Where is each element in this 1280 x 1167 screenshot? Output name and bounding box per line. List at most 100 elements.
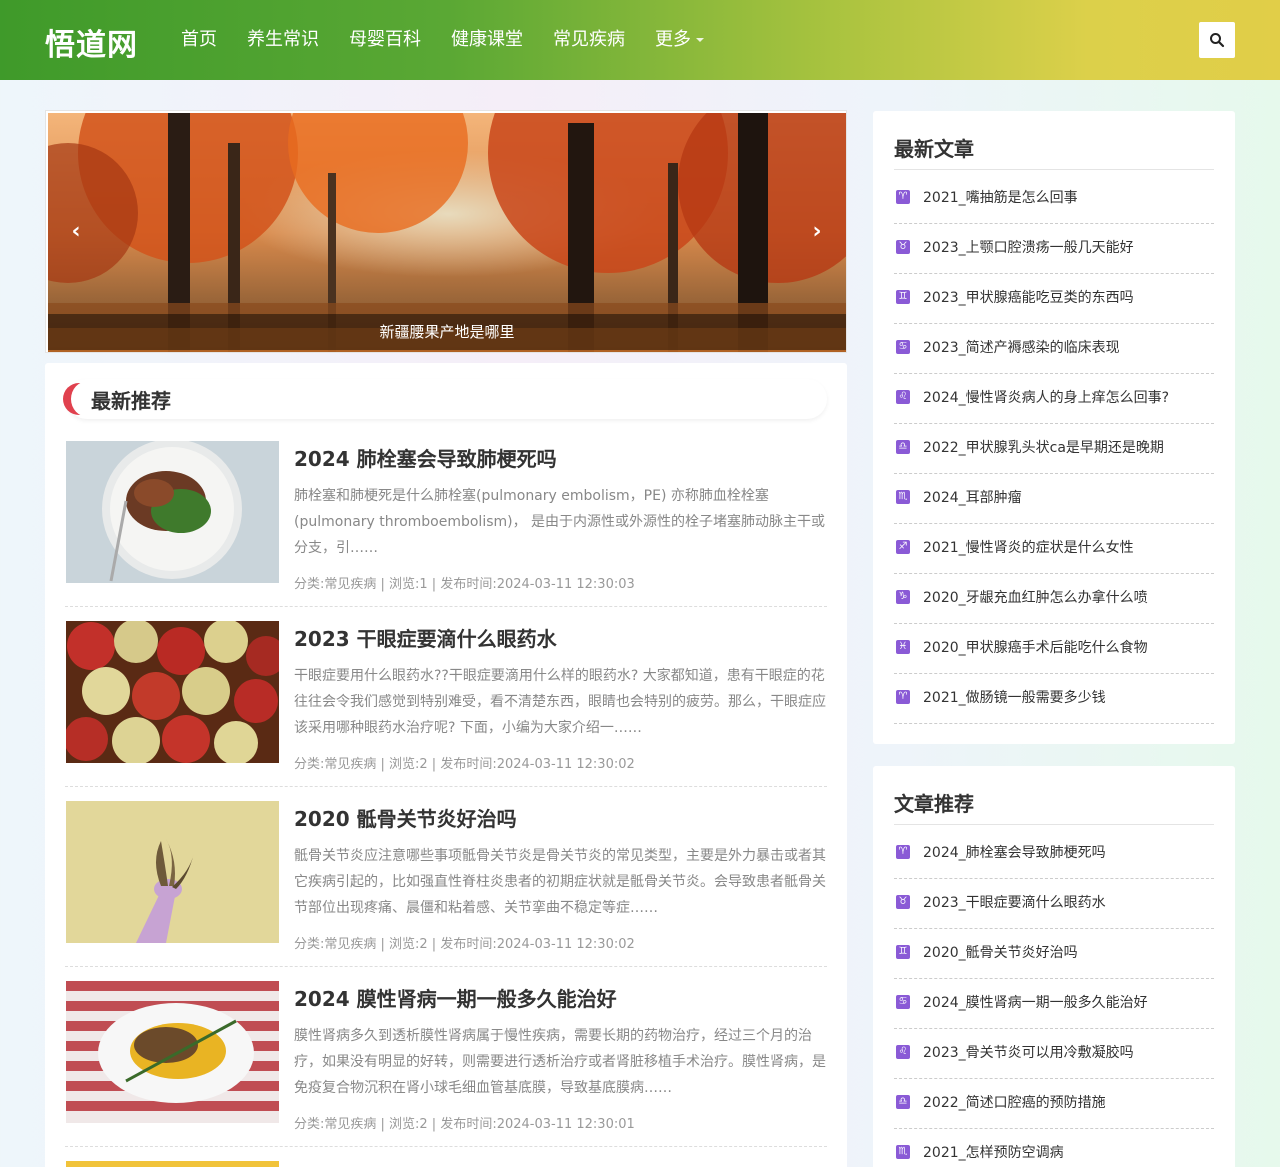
nav-item-more[interactable]: 更多 [655, 0, 704, 80]
article-link-text: 2021_怎样预防空调病 [923, 1145, 1064, 1161]
latest-articles-widget: 最新文章 ♈ 2021_嘴抽筋是怎么回事 ♉ 2023_上颚口腔溃疡一般几天能好 ♊ 20… [873, 111, 1235, 744]
slider-prev-icon[interactable]: ‹ [68, 221, 84, 243]
sidebar-article-link[interactable]: ♊ 2023_甲状腺癌能吃豆类的东西吗 [894, 274, 1214, 324]
latest-articles-list: ♈ 2021_嘴抽筋是怎么回事 ♉ 2023_上颚口腔溃疡一般几天能好 ♊ 2023_甲状… [894, 174, 1214, 724]
sidebar-article-link[interactable]: ♐ 2021_慢性肾炎的症状是什么女性 [894, 524, 1214, 574]
search-button[interactable] [1199, 22, 1235, 58]
zodiac-icon: ♊ [896, 290, 910, 304]
sidebar-article-link[interactable]: ♌ 2024_慢性肾炎病人的身上痒怎么回事? [894, 374, 1214, 424]
article-link-text: 2023_干眼症要滴什么眼药水 [923, 895, 1106, 911]
widget-title: 最新文章 [894, 137, 974, 161]
article-link-text: 2020_甲状腺癌手术后能吃什么食物 [923, 640, 1148, 656]
article-link-text: 2021_慢性肾炎的症状是什么女性 [923, 540, 1134, 556]
recommended-articles-widget: 文章推荐 ♈ 2024_肺栓塞会导致肺梗死吗 ♉ 2023_干眼症要滴什么眼药水 ♊ 20… [873, 766, 1235, 1167]
widget-divider [894, 169, 1214, 170]
sidebar-article-link[interactable]: ♉ 2023_上颚口腔溃疡一般几天能好 [894, 224, 1214, 274]
slider-next-icon[interactable]: › [809, 221, 825, 243]
zodiac-icon: ♋ [896, 995, 910, 1009]
nav-item-health-tips[interactable]: 养生常识 [247, 0, 319, 80]
sidebar-article-link[interactable]: ♋ 2023_简述产褥感染的临床表现 [894, 324, 1214, 374]
recommended-articles-list: ♈ 2024_肺栓塞会导致肺梗死吗 ♉ 2023_干眼症要滴什么眼药水 ♊ 2020_骶骨… [894, 829, 1214, 1167]
site-header: 悟道网 首页 养生常识 母婴百科 健康课堂 常见疾病 更多 [0, 0, 1280, 80]
post-thumbnail[interactable] [66, 801, 279, 943]
post-item: 2023 干眼症要滴什么眼药水 干眼症要用什么眼药水??干眼症要滴用什么样的眼药… [65, 621, 827, 787]
sidebar-article-link[interactable]: ♎ 2022_甲状腺乳头状ca是早期还是晚期 [894, 424, 1214, 474]
sidebar-article-link[interactable]: ♈ 2021_做肠镜一般需要多少钱 [894, 674, 1214, 724]
nav-item-common-diseases[interactable]: 常见疾病 [553, 0, 625, 80]
hero-slider[interactable]: ‹ › 新疆腰果产地是哪里 [45, 110, 847, 353]
main-nav: 首页 养生常识 母婴百科 健康课堂 常见疾病 更多 [181, 0, 734, 80]
zodiac-icon: ♋ [896, 340, 910, 354]
post-excerpt: 肺栓塞和肺梗死是什么肺栓塞(pulmonary embolism，PE) 亦称肺… [294, 488, 826, 556]
sidebar-article-link[interactable]: ♏ 2021_怎样预防空调病 [894, 1129, 1214, 1167]
zodiac-icon: ♈ [896, 190, 910, 204]
article-link-text: 2024_慢性肾炎病人的身上痒怎么回事? [923, 390, 1170, 406]
zodiac-icon: ♈ [896, 690, 910, 704]
sidebar-article-link[interactable]: ♌ 2023_骨关节炎可以用冷敷凝胶吗 [894, 1029, 1214, 1079]
article-link-text: 2020_牙龈充血红肿怎么办拿什么喷 [923, 590, 1148, 606]
article-link-text: 2023_上颚口腔溃疡一般几天能好 [923, 240, 1134, 256]
sidebar-article-link[interactable]: ♋ 2024_膜性肾病一期一般多久能治好 [894, 979, 1214, 1029]
sidebar-article-link[interactable]: ♈ 2021_嘴抽筋是怎么回事 [894, 174, 1214, 224]
zodiac-icon: ♌ [896, 1045, 910, 1059]
sidebar-article-link[interactable]: ♑ 2020_牙龈充血红肿怎么办拿什么喷 [894, 574, 1214, 624]
post-title[interactable]: 2020 骶骨关节炎好治吗 [294, 803, 517, 832]
sidebar-article-link[interactable]: ♈ 2024_肺栓塞会导致肺梗死吗 [894, 829, 1214, 879]
post-excerpt: 膜性肾病多久到透析膜性肾病属于慢性疾病，需要长期的药物治疗，经过三个月的治疗，如… [294, 1028, 826, 1096]
article-link-text: 2022_甲状腺乳头状ca是早期还是晚期 [923, 440, 1164, 456]
section-header: 最新推荐 [63, 379, 827, 419]
zodiac-icon: ♌ [896, 390, 910, 404]
slide-caption[interactable]: 新疆腰果产地是哪里 [48, 314, 846, 350]
article-link-text: 2024_肺栓塞会导致肺梗死吗 [923, 845, 1106, 861]
sidebar-article-link[interactable]: ♏ 2024_耳部肿瘤 [894, 474, 1214, 524]
post-meta: 分类:常见疾病 | 浏览:2 | 发布时间:2024-03-11 12:30:0… [294, 1117, 635, 1132]
post-meta: 分类:常见疾病 | 浏览:2 | 发布时间:2024-03-11 12:30:0… [294, 937, 635, 952]
nav-more-label: 更多 [655, 29, 691, 50]
widget-title: 文章推荐 [894, 792, 974, 816]
widget-divider [894, 824, 1214, 825]
post-item: 2020 骶骨关节炎好治吗 骶骨关节炎应注意哪些事项骶骨关节炎是骨关节炎的常见类… [65, 801, 827, 967]
site-logo[interactable]: 悟道网 [45, 20, 138, 64]
post-thumbnail[interactable] [66, 441, 279, 583]
nav-item-maternal[interactable]: 母婴百科 [349, 0, 421, 80]
sidebar-article-link[interactable]: ♓ 2020_甲状腺癌手术后能吃什么食物 [894, 624, 1214, 674]
post-title[interactable]: 2024 肺栓塞会导致肺梗死吗 [294, 443, 557, 472]
zodiac-icon: ♎ [896, 440, 910, 454]
zodiac-icon: ♉ [896, 895, 910, 909]
sidebar-article-link[interactable]: ♉ 2023_干眼症要滴什么眼药水 [894, 879, 1214, 929]
section-title: 最新推荐 [91, 389, 171, 413]
sidebar-article-link[interactable]: ♊ 2020_骶骨关节炎好治吗 [894, 929, 1214, 979]
zodiac-icon: ♐ [896, 540, 910, 554]
zodiac-icon: ♓ [896, 640, 910, 654]
nav-item-home[interactable]: 首页 [181, 0, 217, 80]
nav-item-health-class[interactable]: 健康课堂 [451, 0, 523, 80]
post-meta: 分类:常见疾病 | 浏览:2 | 发布时间:2024-03-11 12:30:0… [294, 757, 635, 772]
post-thumbnail[interactable] [66, 1161, 279, 1167]
zodiac-icon: ♊ [896, 945, 910, 959]
post-item: 2024 肺栓塞会导致肺梗死吗 肺栓塞和肺梗死是什么肺栓塞(pulmonary … [65, 441, 827, 607]
chevron-down-icon [696, 38, 704, 42]
zodiac-icon: ♑ [896, 590, 910, 604]
search-icon [1210, 33, 1225, 48]
post-thumbnail[interactable] [66, 981, 279, 1123]
article-link-text: 2023_甲状腺癌能吃豆类的东西吗 [923, 290, 1134, 306]
zodiac-icon: ♎ [896, 1095, 910, 1109]
post-title[interactable]: 2023 干眼症要滴什么眼药水 [294, 623, 557, 652]
article-link-text: 2021_做肠镜一般需要多少钱 [923, 690, 1106, 706]
post-thumbnail[interactable] [66, 621, 279, 763]
article-link-text: 2021_嘴抽筋是怎么回事 [923, 190, 1078, 206]
article-link-text: 2024_耳部肿瘤 [923, 490, 1022, 506]
zodiac-icon: ♏ [896, 490, 910, 504]
zodiac-icon: ♉ [896, 240, 910, 254]
sidebar-article-link[interactable]: ♎ 2022_简述口腔癌的预防措施 [894, 1079, 1214, 1129]
article-link-text: 2022_简述口腔癌的预防措施 [923, 1095, 1106, 1111]
article-link-text: 2020_骶骨关节炎好治吗 [923, 945, 1078, 961]
latest-recommend-card: 最新推荐 2024 肺栓塞会导致肺梗死吗 肺栓塞和肺梗死是什么肺栓塞(pulmo… [45, 363, 847, 1167]
post-item: 2024 膜性肾病一期一般多久能治好 膜性肾病多久到透析膜性肾病属于慢性疾病，需… [65, 981, 827, 1147]
article-link-text: 2023_骨关节炎可以用冷敷凝胶吗 [923, 1045, 1134, 1061]
post-excerpt: 骶骨关节炎应注意哪些事项骶骨关节炎是骨关节炎的常见类型，主要是外力暴击或者其它疾… [294, 848, 826, 916]
article-link-text: 2024_膜性肾病一期一般多久能治好 [923, 995, 1148, 1011]
zodiac-icon: ♏ [896, 1145, 910, 1159]
post-meta: 分类:常见疾病 | 浏览:1 | 发布时间:2024-03-11 12:30:0… [294, 577, 635, 592]
post-title[interactable]: 2024 膜性肾病一期一般多久能治好 [294, 983, 617, 1012]
